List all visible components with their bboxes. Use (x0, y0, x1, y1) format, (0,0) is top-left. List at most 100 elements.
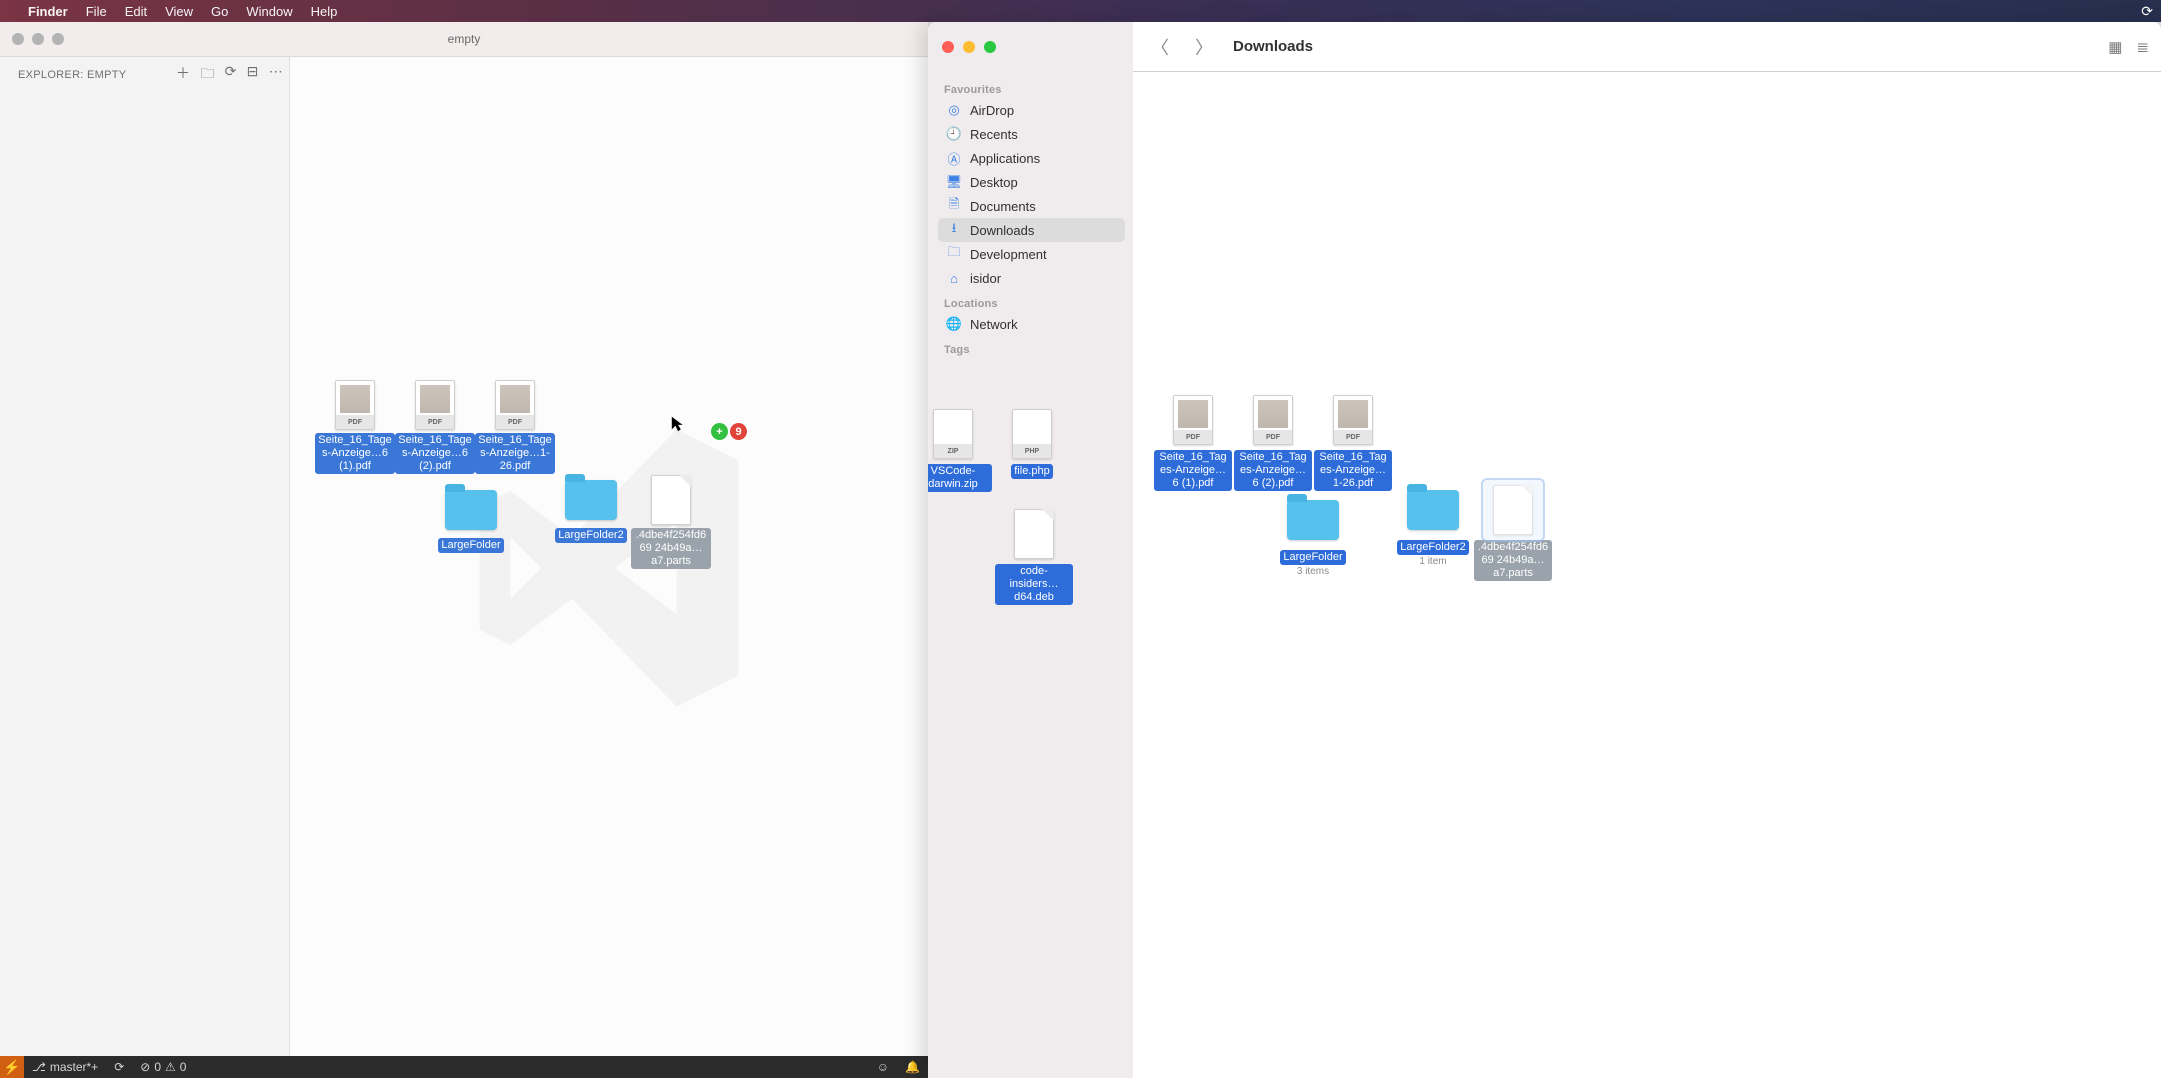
menu-help[interactable]: Help (311, 4, 338, 19)
folder-icon: 🗀 (946, 246, 962, 262)
vscode-title: empty (0, 32, 928, 46)
documents-icon: 🗎 (946, 198, 962, 214)
php-icon: PHP (1004, 406, 1060, 462)
close-icon[interactable] (942, 41, 954, 53)
menubar-right[interactable]: ⟳ (2141, 0, 2153, 22)
sidebar-item-label: isidor (970, 271, 1001, 286)
vscode-explorer-panel[interactable]: EXPLORER: EMPTY ＋ 🗀 ⟳ ⊟ ⋯ (0, 57, 290, 1078)
sidebar-section-tags: Tags (938, 336, 1125, 358)
sidebar-item-downloads[interactable]: ⭳ Downloads (938, 218, 1125, 242)
sidebar-item-airdrop[interactable]: ◎ AirDrop (938, 98, 1125, 122)
drag-item-label: Seite_16_Tages-Anzeige…6 (1).pdf (315, 433, 395, 474)
bell-icon[interactable]: 🔔 (897, 1060, 928, 1074)
file-item[interactable]: PHP file.php (992, 406, 1072, 479)
mac-app-name[interactable]: Finder (28, 4, 68, 19)
sidebar-item-label: Network (970, 317, 1018, 332)
file-item[interactable]: PDF Seite_16_Tages-Anzeige…6 (1).pdf (1153, 392, 1233, 491)
sidebar-item-documents[interactable]: 🗎 Documents (938, 194, 1125, 218)
maximize-icon[interactable] (984, 41, 996, 53)
vscode-titlebar[interactable]: empty (0, 22, 928, 57)
view-switcher[interactable]: ▦ ≣ (2108, 38, 2149, 56)
sidebar-item-label: Desktop (970, 175, 1018, 190)
file-item[interactable]: .4dbe4f254fd669 24b49a…a7.parts (1473, 482, 1553, 581)
menu-window[interactable]: Window (246, 4, 292, 19)
menu-edit[interactable]: Edit (125, 4, 147, 19)
vscode-logo-watermark (455, 414, 763, 722)
sync-icon: ⟳ (114, 1060, 124, 1074)
more-icon[interactable]: ⋯ (269, 63, 283, 87)
folder-icon (1405, 482, 1461, 538)
sidebar-item-applications[interactable]: ⒶApplications (938, 146, 1125, 170)
vscode-window: empty EXPLORER: EMPTY ＋ 🗀 ⟳ ⊟ ⋯ (0, 22, 928, 1078)
sidebar-section-favourites: Favourites (938, 76, 1125, 98)
menu-go[interactable]: Go (211, 4, 228, 19)
git-sync[interactable]: ⟳ (106, 1060, 132, 1074)
new-folder-icon[interactable]: 🗀 (200, 63, 214, 87)
sidebar-item-label: Recents (970, 127, 1018, 142)
pdf-icon: PDF (1165, 392, 1221, 448)
airdrop-icon: ◎ (946, 102, 962, 118)
feedback-icon[interactable]: ☺ (869, 1060, 897, 1074)
sidebar-item-recents[interactable]: 🕘 Recents (938, 122, 1125, 146)
sidebar-item-label: Applications (970, 151, 1040, 166)
pdf-icon: PDF (1245, 392, 1301, 448)
minimize-icon[interactable] (963, 41, 975, 53)
recents-icon: 🕘 (946, 126, 962, 142)
finder-sidebar[interactable]: Favourites ◎ AirDrop 🕘 Recents ⒶApplicatio… (928, 72, 1133, 1078)
finder-traffic-lights[interactable] (928, 22, 1133, 72)
sidebar-item-label: Development (970, 247, 1047, 262)
refresh-icon[interactable]: ⟳ (225, 63, 237, 87)
list-view-icon[interactable]: ≣ (2136, 38, 2149, 56)
file-item[interactable]: ZIP VSCode-darwin.zip (928, 406, 993, 492)
file-subtitle: 1 item (1419, 556, 1446, 567)
file-item[interactable]: PDF Seite_16_Tages-Anzeige…1-26.pdf (1313, 392, 1393, 491)
vscode-statusbar[interactable]: ⚡ ⎇ master*+ ⟳ ⊘0 ⚠0 ☺ 🔔 (0, 1056, 928, 1078)
forward-button[interactable]: 〉 (1189, 30, 1219, 64)
sidebar-item-label: AirDrop (970, 103, 1014, 118)
back-button[interactable]: 〈 (1145, 30, 1175, 64)
blank-file-icon (1006, 506, 1062, 562)
file-label: LargeFolder (1280, 550, 1345, 565)
sidebar-item-label: Downloads (970, 223, 1034, 238)
blank-file-icon (1485, 482, 1541, 538)
branch-label: master*+ (50, 1060, 98, 1074)
remote-indicator-icon[interactable]: ⚡ (0, 1056, 24, 1078)
folder-icon (1285, 492, 1341, 548)
sidebar-item-label: Documents (970, 199, 1036, 214)
sidebar-item-home[interactable]: ⌂ isidor (938, 266, 1125, 290)
pdf-icon: PDF (1325, 392, 1381, 448)
folder-item[interactable]: LargeFolder 3 items (1273, 492, 1353, 577)
zip-icon: ZIP (928, 406, 981, 462)
file-item[interactable]: PDF Seite_16_Tages-Anzeige…6 (2).pdf (1233, 392, 1313, 491)
mac-menubar[interactable]: Finder File Edit View Go Window Help ⟳ (0, 0, 2161, 22)
problems-status[interactable]: ⊘0 ⚠0 (132, 1060, 194, 1074)
sidebar-item-network[interactable]: 🌐 Network (938, 312, 1125, 336)
finder-toolbar: 〈 〉 Downloads ▦ ≣ (1133, 22, 2161, 72)
menu-file[interactable]: File (86, 4, 107, 19)
home-icon: ⌂ (946, 270, 962, 286)
file-label: VSCode-darwin.zip (928, 464, 992, 492)
file-subtitle: 3 items (1297, 566, 1329, 577)
file-item[interactable]: code-insiders…d64.deb (994, 506, 1074, 605)
finder-content-area[interactable]: PDF Seite_16_Tages-Anzeige…6 (1).pdf PDF… (1133, 72, 2161, 1078)
error-icon: ⊘ (140, 1060, 150, 1074)
network-icon: 🌐 (946, 316, 962, 332)
folder-item[interactable]: LargeFolder2 1 item (1393, 482, 1473, 567)
sidebar-section-locations: Locations (938, 290, 1125, 312)
file-label: code-insiders…d64.deb (995, 564, 1073, 605)
explorer-actions: ＋ 🗀 ⟳ ⊟ ⋯ (176, 63, 283, 87)
sidebar-item-desktop[interactable]: 🖥Desktop (938, 170, 1125, 194)
finder-window: 〈 〉 Downloads ▦ ≣ Favourites ◎ AirDrop 🕘 R… (928, 22, 2161, 1078)
sidebar-item-development[interactable]: 🗀 Development (938, 242, 1125, 266)
icon-view-icon[interactable]: ▦ (2108, 38, 2122, 56)
downloads-icon: ⭳ (946, 222, 962, 238)
vscode-editor-area[interactable]: PDF Seite_16_Tages-Anzeige…6 (1).pdf PDF… (290, 57, 928, 1078)
menu-view[interactable]: View (165, 4, 193, 19)
explorer-title: EXPLORER: EMPTY (18, 69, 126, 81)
git-branch[interactable]: ⎇ master*+ (24, 1060, 106, 1074)
collapse-icon[interactable]: ⊟ (247, 63, 259, 87)
file-label: Seite_16_Tages-Anzeige…6 (2).pdf (1234, 450, 1312, 491)
file-label: LargeFolder2 (1397, 540, 1468, 555)
file-label: Seite_16_Tages-Anzeige…6 (1).pdf (1154, 450, 1232, 491)
new-file-icon[interactable]: ＋ (176, 63, 190, 87)
